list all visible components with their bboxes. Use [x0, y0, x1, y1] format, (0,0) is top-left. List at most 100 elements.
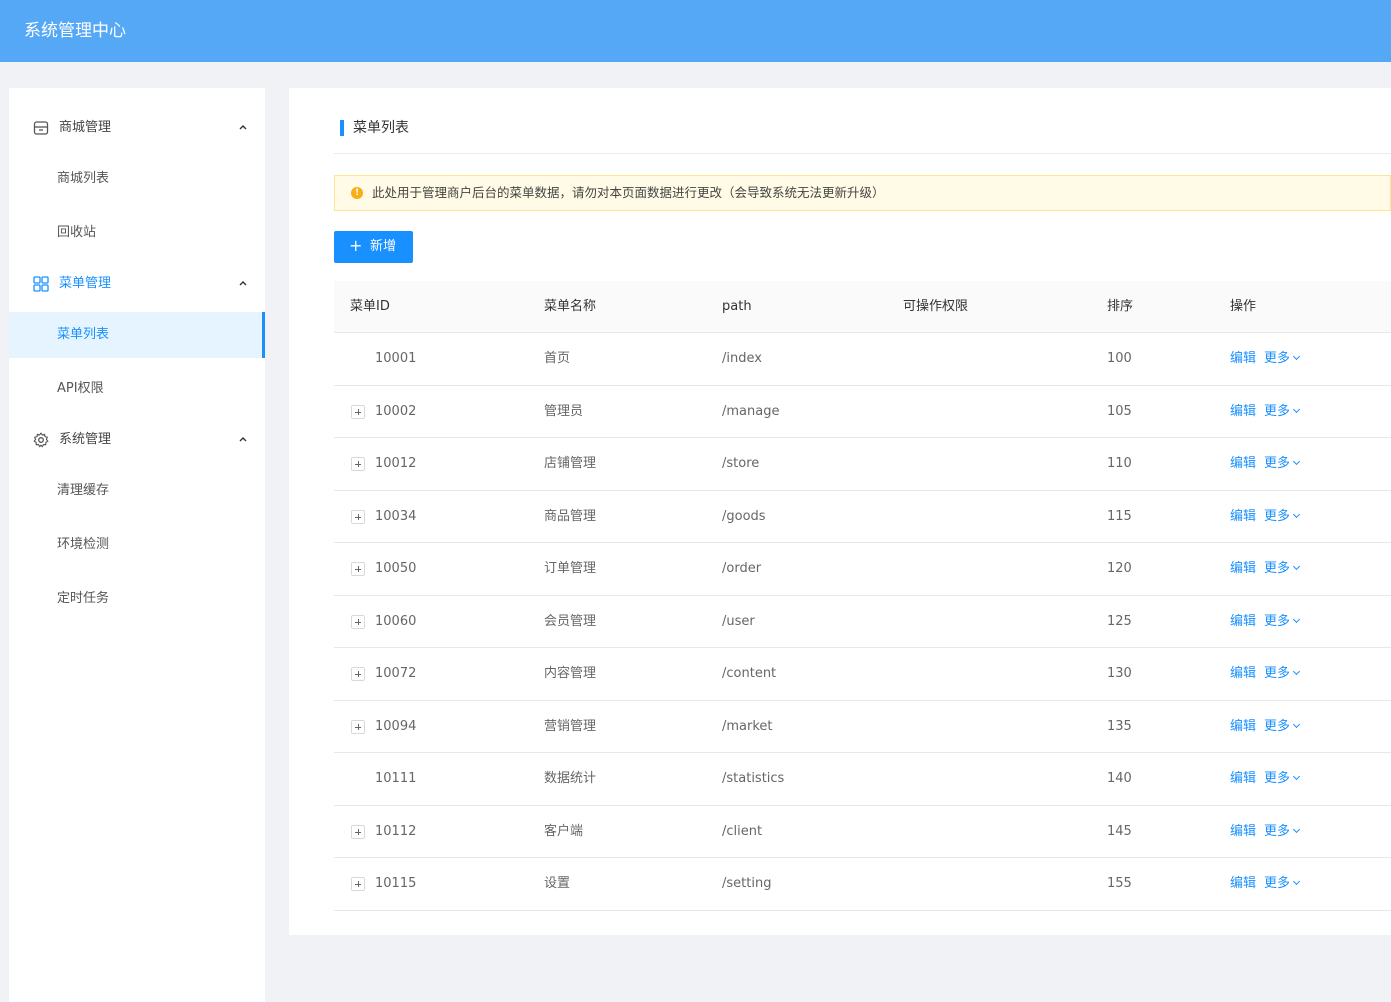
- cell-path: /statistics: [722, 771, 785, 786]
- edit-link[interactable]: 编辑: [1230, 403, 1256, 421]
- cell-sort: 100: [1107, 351, 1132, 366]
- chevron-down-icon: [1292, 457, 1301, 466]
- edit-link[interactable]: 编辑: [1230, 823, 1256, 841]
- table-row: 10050 订单管理/order 120 编辑 更多: [334, 543, 1391, 596]
- main-content: 菜单列表 ! 此处用于管理商户后台的菜单数据，请勿对本页面数据进行更改（会导致系…: [289, 88, 1391, 935]
- sidebar-item-clear-cache[interactable]: 清理缓存: [9, 468, 265, 514]
- edit-link[interactable]: 编辑: [1230, 560, 1256, 578]
- expand-row-icon[interactable]: [351, 457, 365, 471]
- sidebar-item-label: 回收站: [57, 225, 97, 240]
- more-dropdown[interactable]: 更多: [1264, 665, 1301, 683]
- cell-sort: 120: [1107, 561, 1132, 576]
- expand-row-icon[interactable]: [351, 404, 365, 419]
- cell-sort: 145: [1107, 823, 1132, 839]
- cell-menu-id: 10001: [375, 351, 417, 366]
- cell-menu-id: 10112: [375, 823, 417, 839]
- sidebar-group-system[interactable]: 系统管理: [9, 414, 265, 466]
- edit-link[interactable]: 编辑: [1230, 770, 1256, 788]
- cell-path: /order: [722, 561, 762, 576]
- sidebar-item-recycle[interactable]: 回收站: [9, 210, 265, 256]
- more-dropdown[interactable]: 更多: [1264, 770, 1301, 788]
- more-dropdown[interactable]: 更多: [1264, 560, 1301, 578]
- sidebar-item-label: 定时任务: [57, 591, 110, 606]
- expand-row-icon[interactable]: [351, 614, 365, 629]
- table-header: 菜单ID 菜单名称 path 可操作权限 排序 操作: [334, 281, 1391, 333]
- chevron-down-icon: [1292, 877, 1301, 886]
- more-label: 更多: [1264, 876, 1291, 891]
- column-header-id: 菜单ID: [350, 299, 390, 314]
- more-label: 更多: [1264, 403, 1291, 419]
- page-header: 菜单列表: [334, 112, 1391, 154]
- menu-table: 菜单ID 菜单名称 path 可操作权限 排序 操作 10001 首页/index…: [334, 281, 1391, 911]
- more-dropdown[interactable]: 更多: [1264, 350, 1301, 368]
- edit-link[interactable]: 编辑: [1230, 350, 1256, 368]
- chevron-up-icon: [239, 281, 247, 286]
- sidebar-group-menu[interactable]: 菜单管理: [9, 258, 265, 310]
- store-icon: [33, 121, 49, 135]
- edit-link[interactable]: 编辑: [1230, 455, 1256, 473]
- edit-link[interactable]: 编辑: [1230, 508, 1256, 526]
- edit-link[interactable]: 编辑: [1230, 718, 1256, 736]
- chevron-down-icon: [1292, 352, 1301, 361]
- chevron-down-icon: [1292, 720, 1301, 728]
- chevron-down-icon: [1292, 825, 1301, 833]
- cell-path: /index: [722, 351, 762, 366]
- more-label: 更多: [1264, 613, 1291, 629]
- sidebar: 商城管理 商城列表 回收站 菜单管理 菜单列表 API权限 系统管理 清理缓存 …: [9, 88, 265, 1002]
- column-header-permission: 可操作权限: [903, 299, 969, 314]
- column-header-name: 菜单名称: [544, 299, 597, 314]
- edit-link[interactable]: 编辑: [1230, 613, 1256, 631]
- expand-row-icon[interactable]: [351, 667, 365, 681]
- title-accent-bar: [340, 120, 344, 136]
- cell-path: /goods: [722, 508, 766, 524]
- sidebar-item-menu-list[interactable]: 菜单列表: [9, 312, 265, 358]
- more-dropdown[interactable]: 更多: [1264, 718, 1301, 736]
- expand-row-icon[interactable]: [351, 824, 365, 839]
- sidebar-item-label: 清理缓存: [57, 483, 110, 498]
- more-dropdown[interactable]: 更多: [1264, 613, 1301, 631]
- table-body: 10001 首页/index 100 编辑 更多 10002 管理员/manage 105 编辑…: [334, 333, 1391, 911]
- expand-row-icon[interactable]: [351, 509, 365, 524]
- expand-row-icon[interactable]: [351, 562, 365, 576]
- table-row: 10072 内容管理/content 130 编辑 更多: [334, 648, 1391, 701]
- edit-link[interactable]: 编辑: [1230, 875, 1256, 893]
- cell-path: /market: [722, 718, 773, 734]
- sidebar-item-env-check[interactable]: 环境检测: [9, 522, 265, 568]
- sidebar-group-store[interactable]: 商城管理: [9, 102, 265, 154]
- table-row: 10094 营销管理/market 135 编辑 更多: [334, 701, 1391, 753]
- more-dropdown[interactable]: 更多: [1264, 875, 1301, 893]
- page-title: 菜单列表: [353, 120, 409, 136]
- expand-row-icon[interactable]: [351, 877, 365, 891]
- more-dropdown[interactable]: 更多: [1264, 455, 1301, 473]
- more-dropdown[interactable]: 更多: [1264, 508, 1301, 526]
- more-label: 更多: [1264, 823, 1291, 839]
- more-dropdown[interactable]: 更多: [1264, 403, 1301, 421]
- edit-link[interactable]: 编辑: [1230, 665, 1256, 683]
- sidebar-item-store-list[interactable]: 商城列表: [9, 156, 265, 202]
- table-row: 10060 会员管理/user 125 编辑 更多: [334, 596, 1391, 648]
- cell-sort: 110: [1107, 456, 1132, 471]
- chevron-down-icon: [1292, 562, 1301, 571]
- cell-menu-name: 订单管理: [544, 561, 597, 576]
- more-label: 更多: [1264, 351, 1291, 366]
- more-label: 更多: [1264, 508, 1291, 524]
- sidebar-item-cron-tasks[interactable]: 定时任务: [9, 576, 265, 622]
- cell-path: /manage: [722, 403, 780, 419]
- gear-icon: [33, 432, 49, 448]
- sidebar-item-api-permission[interactable]: API权限: [9, 366, 265, 412]
- cell-sort: 130: [1107, 666, 1132, 681]
- sidebar-group-label: 商城管理: [59, 120, 112, 135]
- expand-row-icon[interactable]: [351, 719, 365, 734]
- cell-menu-id: 10111: [375, 771, 417, 786]
- cell-menu-id: 10060: [375, 613, 417, 629]
- cell-menu-id: 10002: [375, 403, 417, 419]
- add-button-label: 新增: [370, 239, 397, 254]
- add-button[interactable]: + 新增: [334, 231, 413, 263]
- more-label: 更多: [1264, 666, 1291, 681]
- cell-path: /client: [722, 823, 763, 839]
- more-dropdown[interactable]: 更多: [1264, 823, 1301, 841]
- cell-menu-id: 10034: [375, 508, 417, 524]
- chevron-down-icon: [1292, 667, 1301, 676]
- cell-menu-name: 商品管理: [544, 508, 597, 524]
- sidebar-item-label: API权限: [57, 381, 104, 396]
